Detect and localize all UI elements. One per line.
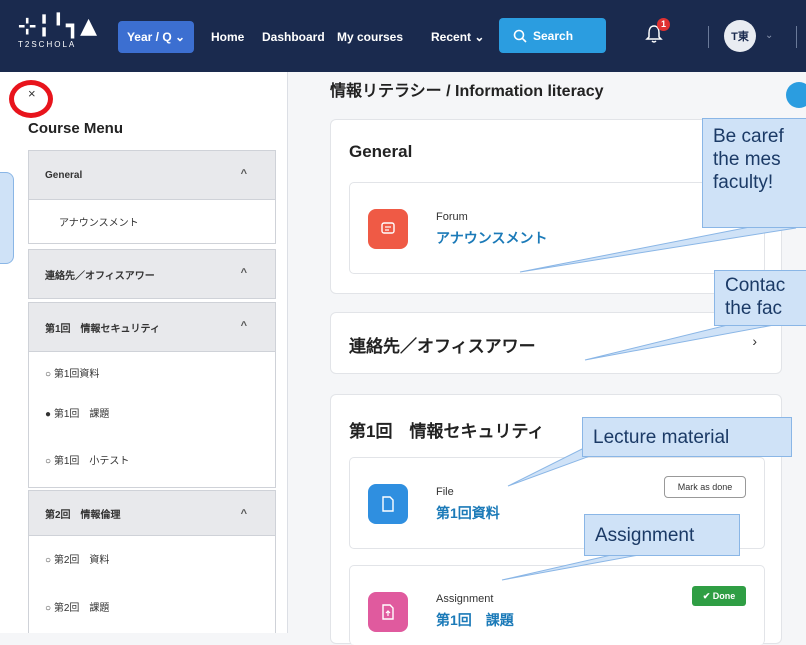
section-general[interactable]: General ^ [28,150,276,200]
callout-lecture-material: Lecture material [582,417,792,457]
chevron-up-icon[interactable]: ^ [241,508,247,520]
notification-badge: 1 [657,18,670,31]
section-label: General [45,169,83,181]
activity-type: File [436,486,454,498]
callout-careful: Be caref the mes faculty! [702,118,806,228]
site-logo[interactable]: ⊹╏╹┓▲ T2SCHOLA [18,14,98,49]
chevron-right-icon[interactable]: › [752,333,757,349]
activity-type: Assignment [436,593,494,605]
course-menu-title: Course Menu [28,120,124,137]
section-title: 連絡先／オフィスアワー [349,337,536,356]
callout-fragment [0,172,14,264]
section-label: 第1回 情報セキュリティ [45,323,160,335]
activity-link[interactable]: 第1回 課題 [436,610,514,630]
search-label: Search [533,28,574,43]
activity-assignment[interactable]: Assignment 第1回 課題 ✔ Done [349,565,765,645]
mark-as-done-button[interactable]: Mark as done [664,476,746,498]
divider [796,26,797,48]
course-menu-drawer: × Course Menu General ^ アナウンスメント 連絡先／オフィ… [0,72,288,633]
highlight-circle [9,80,53,118]
sidebar-item-week1-quiz[interactable]: ○ 第1回 小テスト [28,432,276,488]
top-navbar: ⊹╏╹┓▲ T2SCHOLA Year / Q ⌄ Home Dashboard… [0,0,806,72]
sidebar-item-week1-material[interactable]: ○ 第1回資料 [28,352,276,392]
chevron-up-icon[interactable]: ^ [241,168,247,180]
activity-link[interactable]: 第1回資料 [436,503,500,523]
divider [708,26,709,48]
done-badge: ✔ Done [692,586,746,606]
search-icon [513,29,527,43]
callout-contact: Contac the fac [714,270,806,326]
sidebar-item-announcement[interactable]: アナウンスメント [28,200,276,244]
section-week1[interactable]: 第1回 情報セキュリティ ^ [28,302,276,352]
avatar[interactable]: T東 [724,20,756,52]
chevron-up-icon[interactable]: ^ [241,267,247,279]
callout-assignment: Assignment [584,514,740,556]
activity-type: Forum [436,211,468,223]
activity-link[interactable]: アナウンスメント [436,228,547,248]
section-contact[interactable]: 連絡先／オフィスアワー ^ [28,249,276,299]
chevron-up-icon[interactable]: ^ [241,320,247,332]
nav-recent-dropdown[interactable]: Recent ⌄ [431,30,484,44]
assignment-icon [368,592,408,632]
drawer-toggle-button[interactable] [786,82,806,108]
forum-icon [368,209,408,249]
section-label: 連絡先／オフィスアワー [45,270,155,282]
page-title: 情報リテラシー / Information literacy [330,83,604,100]
section-title: 第1回 情報セキュリティ [349,422,545,441]
chevron-down-icon[interactable]: ⌄ [765,30,773,41]
section-label: 第2回 情報倫理 [45,509,121,521]
year-quarter-dropdown[interactable]: Year / Q ⌄ [118,21,194,53]
logo-text: T2SCHOLA [18,40,77,49]
section-week2[interactable]: 第2回 情報倫理 ^ [28,490,276,536]
nav-dashboard[interactable]: Dashboard [262,30,325,44]
sidebar-item-week2-material[interactable]: ○ 第2回 資料 [28,536,276,580]
sidebar-item-week1-assignment[interactable]: ● 第1回 課題 [28,392,276,432]
sidebar-item-week2-assignment[interactable]: ○ 第2回 課題 [28,580,276,633]
nav-my-courses[interactable]: My courses [337,30,403,44]
file-icon [368,484,408,524]
nav-home[interactable]: Home [211,30,244,44]
section-title: General [349,142,413,161]
search-button[interactable]: Search [499,18,606,53]
